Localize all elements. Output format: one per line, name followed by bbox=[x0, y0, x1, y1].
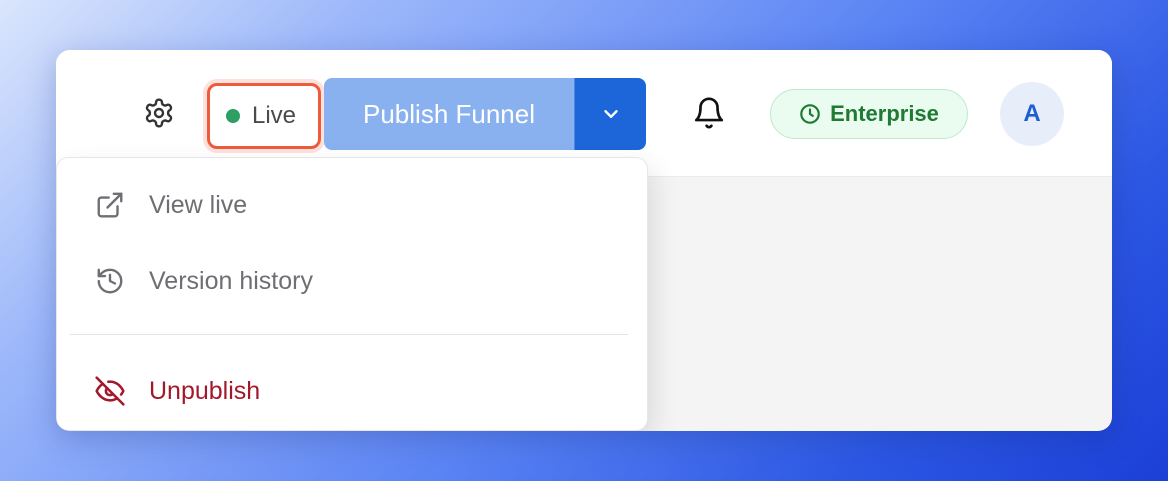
external-link-icon bbox=[93, 188, 127, 222]
plan-label: Enterprise bbox=[830, 101, 939, 126]
publish-options-toggle[interactable] bbox=[574, 78, 646, 150]
publish-dropdown-menu: View live Version history Unpublish bbox=[56, 157, 648, 431]
bell-icon bbox=[694, 97, 724, 129]
publish-funnel-button[interactable]: Publish Funnel bbox=[324, 78, 574, 150]
clock-icon bbox=[800, 104, 820, 124]
live-status-dot bbox=[226, 109, 240, 123]
live-status-label: Live bbox=[252, 102, 297, 129]
notifications-button[interactable] bbox=[690, 94, 728, 132]
avatar-initial: A bbox=[1023, 100, 1041, 127]
menu-divider bbox=[70, 334, 628, 335]
eye-off-icon bbox=[93, 374, 127, 408]
user-avatar[interactable]: A bbox=[1000, 82, 1064, 146]
app-window: Live Publish Funnel Enterprise A View li… bbox=[56, 50, 1112, 431]
menu-item-unpublish[interactable]: Unpublish bbox=[57, 360, 647, 422]
settings-button[interactable] bbox=[142, 96, 176, 130]
chevron-down-icon bbox=[603, 110, 618, 118]
menu-item-label: Unpublish bbox=[149, 376, 261, 405]
plan-badge[interactable]: Enterprise bbox=[770, 89, 968, 139]
menu-item-label: View live bbox=[149, 190, 248, 219]
menu-item-version-history[interactable]: Version history bbox=[57, 250, 647, 312]
history-icon bbox=[93, 264, 127, 298]
live-status-badge[interactable]: Live bbox=[214, 90, 314, 142]
menu-item-view-live[interactable]: View live bbox=[57, 174, 647, 236]
menu-item-label: Version history bbox=[149, 266, 313, 295]
publish-funnel-label: Publish Funnel bbox=[363, 98, 535, 129]
gear-icon bbox=[145, 98, 173, 128]
